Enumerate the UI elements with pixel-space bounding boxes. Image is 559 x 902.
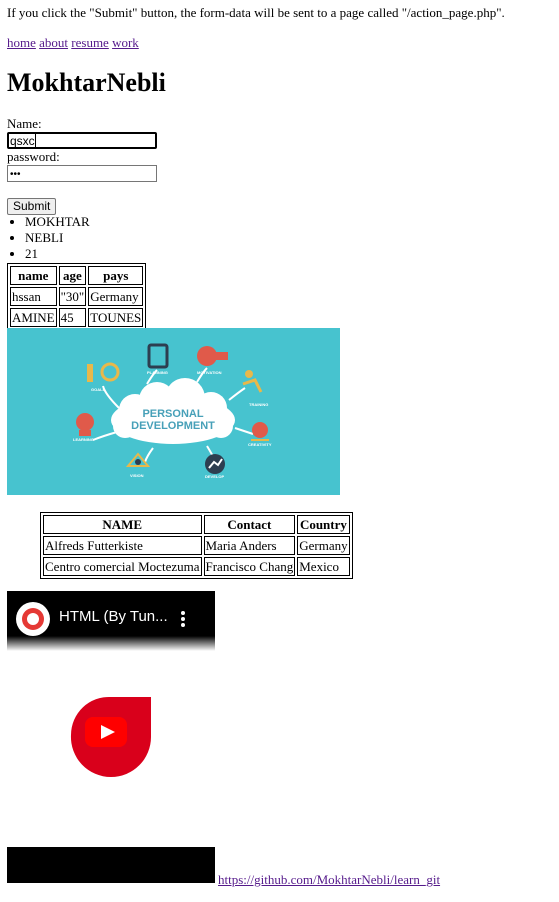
label-motivation: MOTIVATION [197,370,222,375]
info-list: MOKHTAR NEBLI 21 [7,214,90,262]
video-control-bar [7,847,215,883]
more-options-icon[interactable] [181,611,185,627]
name-input[interactable]: qsxc [7,132,157,149]
list-item: NEBLI [25,230,90,246]
nav-link-resume[interactable]: resume [71,35,109,50]
table-header: age [58,266,87,285]
label-vision: VISION [130,473,144,478]
table-header-row: NAME Contact Country [43,515,350,534]
name-label: Name: [7,116,42,131]
table-cell: TOUNES [88,308,144,327]
password-input-value: ••• [10,169,21,180]
table-header: Contact [203,515,296,534]
table-row: hssan "30" Germany [10,287,144,306]
table-row: Alfreds Futterkiste Maria Anders Germany [43,536,350,555]
nav-link-work[interactable]: work [112,35,139,50]
github-link[interactable]: https://github.com/MokhtarNebli/learn_gi… [218,872,440,888]
channel-logo-icon[interactable] [16,602,50,636]
table-header: Country [297,515,350,534]
people-table: name age pays hssan "30" Germany AMINE 4… [7,263,147,330]
creativity-icon [251,422,269,441]
table-cell: Germany [297,536,350,555]
table-header-row: name age pays [10,266,144,285]
table-cell: hssan [10,287,57,306]
table-header: NAME [43,515,202,534]
label-develop: DEVELOP [205,474,224,479]
table-cell: Germany [88,287,144,306]
table-row: Centro comercial Moctezuma Francisco Cha… [43,557,350,576]
password-label: password: [7,149,60,164]
table-cell: Alfreds Futterkiste [43,536,202,555]
intro-text: If you click the "Submit" button, the fo… [7,5,505,20]
label-goals: GOALS [91,387,106,392]
label-planning: PLANNING [147,370,168,375]
table-cell: Francisco Chang [203,557,296,576]
personal-development-graphic: PERSONAL DEVELOPMENT PLANNING MOTIVATION… [73,343,272,479]
list-item: MOKHTAR [25,214,90,230]
planning-icon [147,343,169,369]
page-title: MokhtarNebli [7,68,166,97]
table-cell: AMINE [10,308,57,327]
table-cell: Centro comercial Moctezuma [43,557,202,576]
table-cell: Mexico [297,557,350,576]
contacts-table: NAME Contact Country Alfreds Futterkiste… [40,512,353,579]
develop-icon [205,454,225,474]
image-center-text-2: DEVELOPMENT [131,420,215,432]
name-input-value: qsxc [10,134,35,148]
play-icon [101,725,115,739]
nav-link-home[interactable]: home [7,35,36,50]
password-input[interactable]: ••• [7,165,157,182]
nav-link-about[interactable]: about [39,35,68,50]
table-row: AMINE 45 TOUNES [10,308,144,327]
table-header: name [10,266,57,285]
nav-links: home about resume work [7,35,139,51]
learning-icon [76,413,94,436]
training-icon [242,370,263,393]
table-header: pays [88,266,144,285]
table-cell: Maria Anders [203,536,296,555]
table-cell: 45 [58,308,87,327]
image-center-text-1: PERSONAL [142,408,203,420]
youtube-video-embed[interactable]: HTML (By Tun... [7,591,215,883]
list-item: 21 [25,246,90,262]
goals-icon [87,362,120,382]
video-title[interactable]: HTML (By Tun... [59,608,168,625]
youtube-play-button[interactable] [85,717,127,747]
motivation-icon [197,346,228,366]
label-creativity: CREATIVITY [248,442,272,447]
label-learning: LEARNING [73,437,94,442]
personal-development-image: PERSONAL DEVELOPMENT PLANNING MOTIVATION… [7,328,340,495]
table-cell: "30" [58,287,87,306]
label-training: TRAINING [249,402,268,407]
submit-button[interactable]: Submit [7,198,57,215]
